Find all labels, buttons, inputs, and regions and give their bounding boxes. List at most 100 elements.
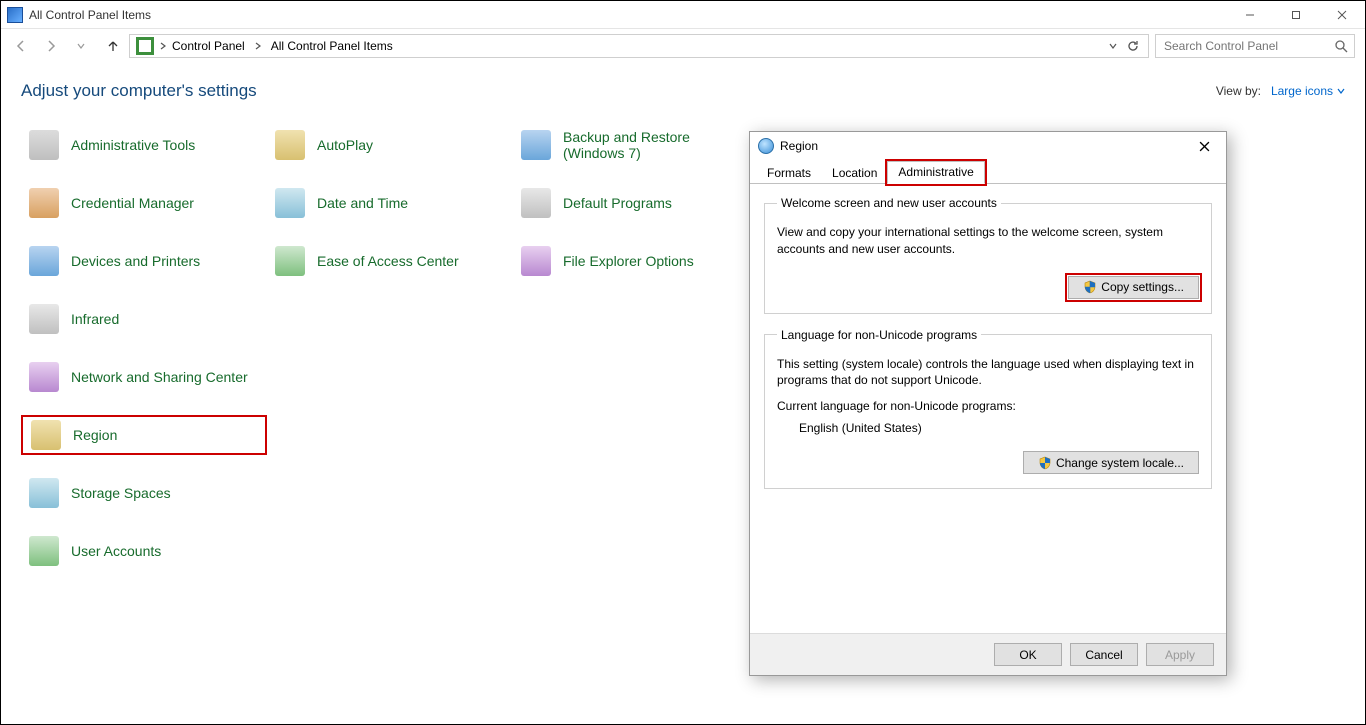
breadcrumb-seg-1[interactable]: Control Panel [168, 39, 249, 53]
toolbar: Control Panel All Control Panel Items [1, 29, 1365, 63]
dialog-title: Region [780, 139, 818, 153]
chevron-right-icon [158, 41, 168, 51]
cp-item-label: Network and Sharing Center [71, 369, 248, 385]
chevron-right-icon [253, 41, 263, 51]
back-button[interactable] [9, 34, 33, 58]
cp-item[interactable]: User Accounts [21, 531, 267, 571]
cp-item-label: Devices and Printers [71, 253, 200, 269]
group-welcome-text: View and copy your international setting… [777, 224, 1199, 258]
cp-item-icon [27, 302, 61, 336]
change-system-locale-button[interactable]: Change system locale... [1023, 451, 1199, 474]
change-system-locale-label: Change system locale... [1056, 456, 1184, 470]
cp-item-icon [519, 244, 553, 278]
cancel-button[interactable]: Cancel [1070, 643, 1138, 666]
cp-item-icon [27, 476, 61, 510]
address-bar[interactable]: Control Panel All Control Panel Items [129, 34, 1149, 58]
up-button[interactable] [103, 36, 123, 56]
current-language-label: Current language for non-Unicode program… [777, 399, 1199, 413]
tab-formats[interactable]: Formats [756, 162, 822, 184]
tab-administrative[interactable]: Administrative [887, 161, 984, 184]
cp-item-label: AutoPlay [317, 137, 373, 153]
control-panel-icon [7, 7, 23, 23]
cp-item-icon [27, 360, 61, 394]
search-input[interactable] [1162, 38, 1334, 54]
window-controls [1227, 1, 1365, 28]
chevron-down-icon [1337, 87, 1345, 95]
cp-item-label: Backup and Restore (Windows 7) [563, 129, 753, 161]
recent-dropdown[interactable] [69, 34, 93, 58]
cp-item[interactable]: Region [21, 415, 267, 455]
shield-icon [1083, 280, 1097, 294]
cp-item-label: User Accounts [71, 543, 161, 559]
cp-item[interactable]: Backup and Restore (Windows 7) [513, 125, 759, 165]
shield-icon [1038, 456, 1052, 470]
dialog-close-button[interactable] [1190, 136, 1218, 156]
cp-item[interactable]: Devices and Printers [21, 241, 267, 281]
view-by-label: View by: [1216, 84, 1261, 98]
chevron-down-icon[interactable] [1108, 41, 1118, 51]
group-welcome-screen: Welcome screen and new user accounts Vie… [764, 196, 1212, 314]
cp-item[interactable]: Default Programs [513, 183, 759, 223]
view-by-dropdown[interactable]: Large icons [1271, 84, 1345, 98]
cp-item-icon [27, 534, 61, 568]
dialog-footer: OK Cancel Apply [750, 633, 1226, 675]
cp-item-icon [273, 244, 307, 278]
group-non-unicode-text: This setting (system locale) controls th… [777, 356, 1199, 390]
current-language-value: English (United States) [777, 421, 1199, 435]
cp-item[interactable]: Credential Manager [21, 183, 267, 223]
titlebar: All Control Panel Items [1, 1, 1365, 29]
cp-item-label: Administrative Tools [71, 137, 195, 153]
cp-item[interactable]: AutoPlay [267, 125, 513, 165]
explorer-window: All Control Panel Items Control Panel Al… [0, 0, 1366, 725]
ok-button[interactable]: OK [994, 643, 1062, 666]
cp-item-icon [27, 128, 61, 162]
cp-item-icon [519, 186, 553, 220]
cp-item[interactable]: File Explorer Options [513, 241, 759, 281]
breadcrumb: Control Panel All Control Panel Items [168, 39, 397, 53]
group-non-unicode-legend: Language for non-Unicode programs [777, 328, 981, 342]
minimize-button[interactable] [1227, 1, 1273, 28]
forward-button[interactable] [39, 34, 63, 58]
cp-item-icon [27, 244, 61, 278]
dialog-body: Welcome screen and new user accounts Vie… [750, 184, 1226, 515]
breadcrumb-seg-2[interactable]: All Control Panel Items [267, 39, 397, 53]
content-header: Adjust your computer's settings View by:… [21, 81, 1345, 101]
apply-button[interactable]: Apply [1146, 643, 1214, 666]
copy-settings-button[interactable]: Copy settings... [1068, 276, 1199, 299]
cp-item-label: Default Programs [563, 195, 672, 211]
cp-item[interactable]: Storage Spaces [21, 473, 267, 513]
cp-item-label: Storage Spaces [71, 485, 171, 501]
window-title: All Control Panel Items [29, 8, 151, 22]
cp-item-icon [273, 128, 307, 162]
search-box[interactable] [1155, 34, 1355, 58]
control-panel-addr-icon [136, 37, 154, 55]
cp-item-icon [29, 418, 63, 452]
page-title: Adjust your computer's settings [21, 81, 257, 101]
cp-item[interactable]: Infrared [21, 299, 267, 339]
group-welcome-legend: Welcome screen and new user accounts [777, 196, 1001, 210]
cp-item[interactable]: Ease of Access Center [267, 241, 513, 281]
search-icon [1334, 39, 1348, 53]
region-dialog: Region Formats Location Administrative W… [749, 131, 1227, 676]
cp-item-label: Credential Manager [71, 195, 194, 211]
cp-item-label: Date and Time [317, 195, 408, 211]
globe-icon [758, 138, 774, 154]
maximize-button[interactable] [1273, 1, 1319, 28]
cp-item-label: Region [73, 427, 117, 443]
cp-item-icon [519, 128, 553, 162]
cp-item-label: Ease of Access Center [317, 253, 459, 269]
cp-item-label: Infrared [71, 311, 119, 327]
view-by-value: Large icons [1271, 84, 1333, 98]
cp-item[interactable]: Network and Sharing Center [21, 357, 267, 397]
tab-location[interactable]: Location [821, 162, 888, 184]
view-by: View by: Large icons [1216, 84, 1345, 98]
cp-item[interactable]: Administrative Tools [21, 125, 267, 165]
cp-item[interactable]: Date and Time [267, 183, 513, 223]
close-button[interactable] [1319, 1, 1365, 28]
dialog-titlebar: Region [750, 132, 1226, 160]
group-non-unicode: Language for non-Unicode programs This s… [764, 328, 1212, 490]
dialog-tabs: Formats Location Administrative [750, 160, 1226, 184]
cp-item-label: File Explorer Options [563, 253, 694, 269]
refresh-button[interactable] [1124, 37, 1142, 55]
copy-settings-label: Copy settings... [1101, 280, 1184, 294]
